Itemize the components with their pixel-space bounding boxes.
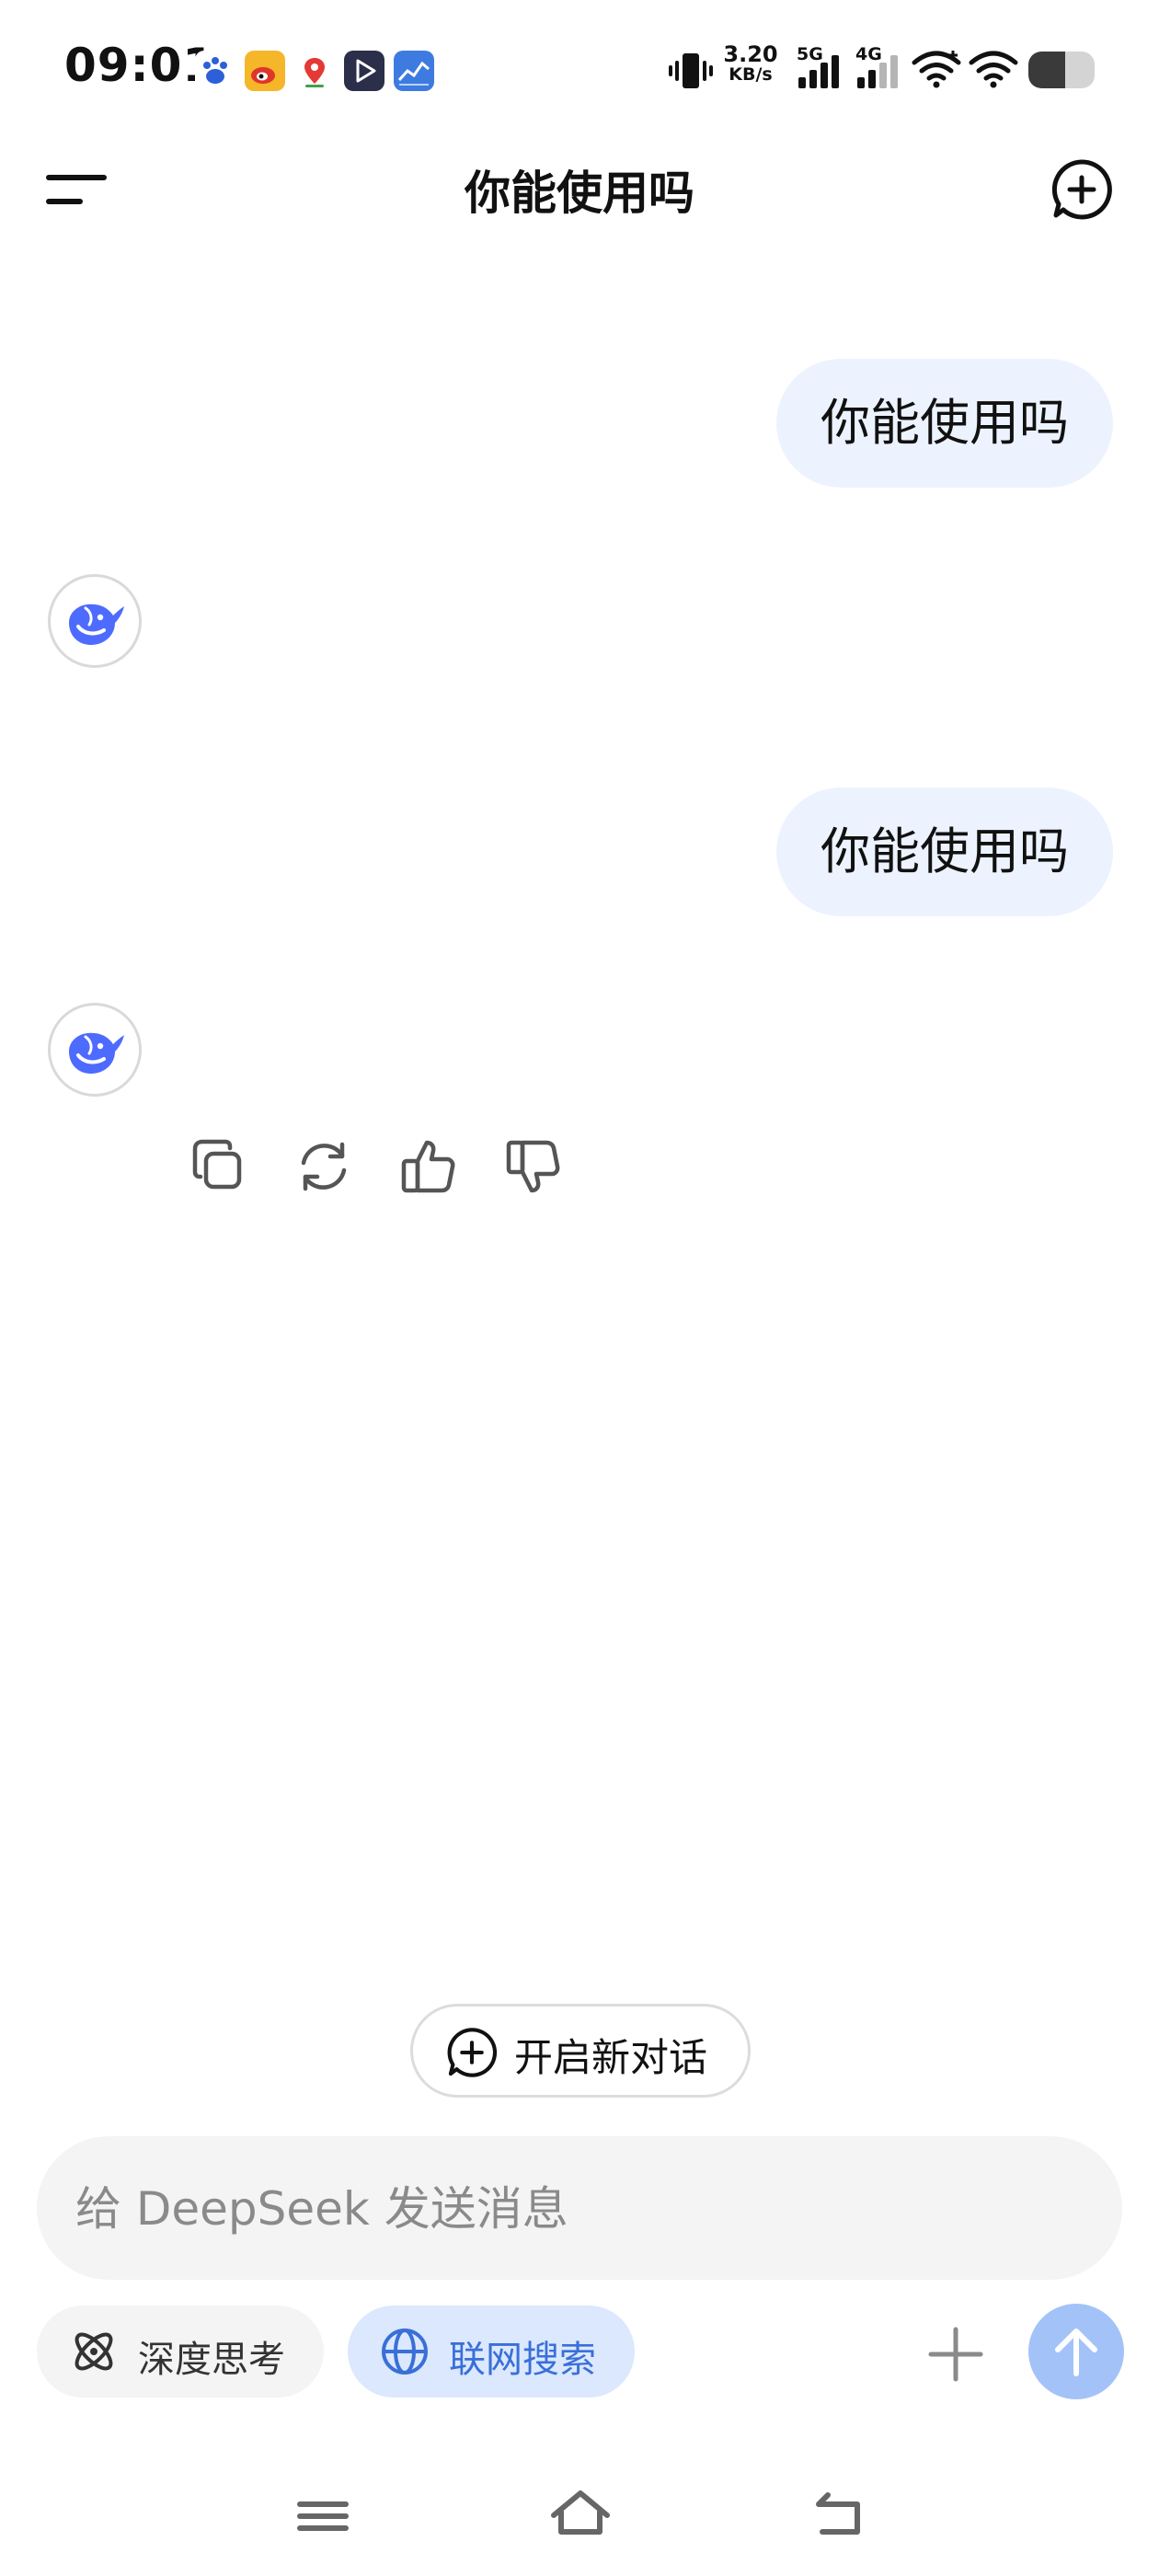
deepseek-whale-icon xyxy=(69,1032,124,1074)
signal-5g-icon xyxy=(798,53,844,88)
thumbs-up-icon[interactable] xyxy=(399,1137,458,1196)
home-icon[interactable] xyxy=(548,2484,613,2548)
battery-icon xyxy=(1028,52,1095,88)
new-chat-icon xyxy=(447,2028,498,2077)
web-search-toggle[interactable]: 联网搜索 xyxy=(348,2306,635,2398)
net-speed: 3.20 KB/s xyxy=(723,41,778,85)
assistant-avatar xyxy=(48,574,142,668)
assistant-avatar xyxy=(48,1003,142,1097)
regenerate-icon[interactable] xyxy=(294,1137,353,1196)
deep-think-label: 深度思考 xyxy=(138,2339,285,2381)
recent-apps-icon[interactable] xyxy=(291,2484,355,2548)
globe-icon xyxy=(382,2329,428,2375)
new-dialog-button[interactable]: 开启新对话 xyxy=(410,2004,751,2098)
wifi-icon xyxy=(911,48,962,94)
video-icon xyxy=(344,51,384,91)
deep-think-toggle[interactable]: 深度思考 xyxy=(37,2306,324,2398)
maps-icon xyxy=(294,51,335,91)
system-nav-bar xyxy=(0,2466,1159,2576)
back-icon[interactable] xyxy=(806,2484,870,2548)
signal-4g-icon xyxy=(857,53,903,88)
weibo-icon xyxy=(245,51,285,91)
send-button[interactable] xyxy=(1028,2304,1124,2399)
stocks-icon xyxy=(394,51,434,91)
web-search-label: 联网搜索 xyxy=(449,2339,596,2381)
arrow-up-icon xyxy=(1055,2329,1097,2376)
wifi-icon-secondary xyxy=(968,48,1019,94)
user-message-bubble: 你能使用吗 xyxy=(776,788,1113,916)
deepseek-whale-icon xyxy=(69,604,124,645)
status-time: 09:01 xyxy=(64,39,216,92)
user-message-bubble: 你能使用吗 xyxy=(776,359,1113,488)
header: 你能使用吗 xyxy=(0,138,1159,239)
message-input[interactable] xyxy=(74,2136,1089,2282)
vibrate-icon xyxy=(668,50,714,96)
message-input-box[interactable] xyxy=(37,2136,1122,2282)
atom-icon xyxy=(75,2332,113,2371)
baidu-icon xyxy=(195,51,235,91)
thumbs-down-icon[interactable] xyxy=(504,1137,563,1196)
copy-icon[interactable] xyxy=(189,1137,248,1196)
new-dialog-label: 开启新对话 xyxy=(514,2035,708,2080)
page-title: 你能使用吗 xyxy=(465,167,694,220)
battery-level xyxy=(1028,52,1065,88)
status-bar: 09:01 3.20 KB/s 5G 4G xyxy=(0,0,1159,138)
attach-plus-icon[interactable] xyxy=(925,2324,986,2385)
new-chat-icon[interactable] xyxy=(1050,158,1113,221)
